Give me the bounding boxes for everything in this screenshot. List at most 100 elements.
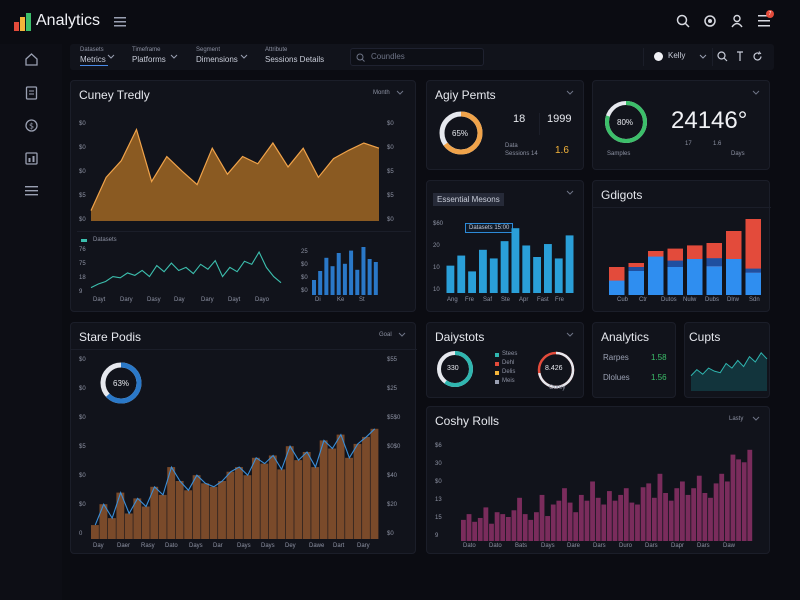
bar — [640, 487, 646, 541]
row-value: 1.58 — [651, 353, 667, 362]
bar — [461, 519, 466, 541]
axis-tick-label: Dasy — [147, 297, 161, 303]
axis-tick-label: $0 — [387, 531, 394, 537]
home-icon[interactable] — [25, 53, 38, 66]
legend-label: Meis — [502, 378, 515, 384]
axis-tick-label: $0 — [79, 502, 86, 508]
card-title: Cupts — [689, 330, 721, 344]
currency-icon[interactable]: $ — [25, 119, 38, 132]
sidebar: $ — [0, 44, 62, 600]
axis-tick-label: Dato — [165, 543, 178, 549]
card-title: Coshy Rolls — [435, 414, 500, 428]
bar — [719, 473, 725, 541]
bar — [466, 514, 472, 541]
bar — [500, 514, 506, 541]
bar — [533, 257, 541, 293]
chevron-down-icon[interactable] — [566, 90, 574, 95]
axis-tick-label: 9 — [435, 533, 439, 539]
costly-fields-card: Coshy Rolls Lasty $6 30 $0 13 15 9 Dato Dato Ba… — [426, 406, 770, 554]
period-dropdown[interactable]: Lasty — [729, 416, 743, 422]
axis-tick-label: 13 — [435, 497, 442, 503]
axis-tick-label: Ke — [337, 297, 345, 303]
donut-label: 65% — [452, 129, 469, 138]
period-dropdown[interactable]: Month — [373, 90, 390, 96]
axis-tick-label: $60 — [433, 221, 444, 227]
axis-tick-label: Dary — [357, 543, 370, 549]
bar — [685, 494, 691, 541]
axis-tick-label: $0 — [301, 275, 308, 281]
refresh-icon[interactable] — [752, 51, 763, 62]
axis-tick-label: Fre — [555, 297, 564, 303]
axis-tick-label: Dato — [489, 543, 502, 549]
svg-text:$: $ — [29, 122, 34, 131]
app-title: Analytics — [36, 12, 101, 29]
axis-tick-label: Nulw — [683, 297, 697, 303]
filter-icon[interactable] — [736, 51, 744, 62]
notification-badge: 7 — [766, 10, 774, 18]
bar-segment-blue — [628, 271, 644, 295]
bar — [226, 471, 235, 539]
document-icon[interactable] — [25, 86, 38, 100]
chevron-down-icon[interactable] — [566, 332, 574, 337]
bar-segment-blue — [609, 280, 625, 295]
user-icon[interactable] — [730, 14, 744, 28]
big-stat-card: 80% 24146° Samples 17 1.6 Days — [592, 80, 770, 170]
area-fill — [691, 352, 767, 391]
bar — [311, 467, 320, 539]
chevron-down-icon[interactable] — [566, 190, 574, 195]
period-dropdown[interactable]: Goal — [379, 332, 392, 338]
search-icon[interactable] — [717, 51, 728, 62]
legend-swatch — [495, 353, 499, 357]
line-chart — [90, 250, 282, 289]
row-label: Dlolues — [603, 373, 630, 382]
axis-tick-label: 0 — [79, 531, 83, 537]
bar — [629, 502, 635, 541]
stage-pools-card: Stare Podis Goal 63% $0 $0 $0 $5 $0 $0 0 $55 $2… — [70, 322, 417, 554]
bar-segment-blue — [648, 256, 664, 295]
chevron-down-icon[interactable] — [240, 54, 248, 59]
bar — [500, 241, 509, 293]
bar — [651, 497, 657, 541]
bar-segment-blue — [706, 266, 722, 295]
bar — [595, 497, 601, 541]
settings-icon[interactable] — [703, 14, 717, 28]
hamburger-icon[interactable] — [114, 17, 126, 27]
axis-tick-label: $20 — [387, 502, 398, 508]
chevron-down-icon[interactable] — [398, 332, 406, 337]
search-box[interactable]: Coundles — [350, 48, 484, 66]
bar — [511, 510, 517, 541]
filter-datasets[interactable]: Datasets Metrics — [80, 46, 124, 68]
chevron-down-icon[interactable] — [752, 416, 760, 421]
user-name: Kelly — [668, 51, 686, 60]
agile-points-card: Agiy Pemts 65% 18 1999 Data Sessions 14 … — [426, 80, 584, 170]
chevron-down-icon[interactable] — [170, 54, 178, 59]
search-icon[interactable] — [676, 14, 690, 28]
axis-tick-label: $0 — [387, 145, 394, 151]
bar — [91, 525, 99, 539]
chevron-down-icon[interactable] — [752, 90, 760, 95]
sub-label: Days — [731, 151, 745, 157]
axis-tick-label: Ang — [447, 297, 458, 303]
card-title: Cuney Tredly — [79, 88, 150, 102]
bar — [361, 247, 366, 295]
stacked-bar-chart — [609, 219, 761, 295]
menu-icon[interactable] — [25, 186, 38, 196]
bar — [479, 249, 487, 293]
bar — [680, 481, 685, 541]
bar — [554, 258, 563, 293]
axis-tick-label: 75 — [79, 261, 86, 267]
bar — [730, 454, 736, 541]
bar — [556, 500, 562, 541]
area-bar-chart — [91, 428, 379, 539]
bar — [285, 446, 294, 539]
axis-tick-label: Dary — [120, 297, 133, 303]
bar — [668, 500, 674, 541]
user-menu[interactable]: Kelly — [652, 48, 708, 66]
chevron-down-icon[interactable] — [396, 90, 404, 95]
chevron-down-icon[interactable] — [107, 54, 115, 59]
reports-icon[interactable] — [25, 152, 38, 165]
bar — [601, 504, 607, 541]
filter-attribute[interactable]: Attribute Sessions Details — [265, 46, 325, 68]
bar — [741, 462, 747, 541]
bar — [342, 263, 347, 295]
